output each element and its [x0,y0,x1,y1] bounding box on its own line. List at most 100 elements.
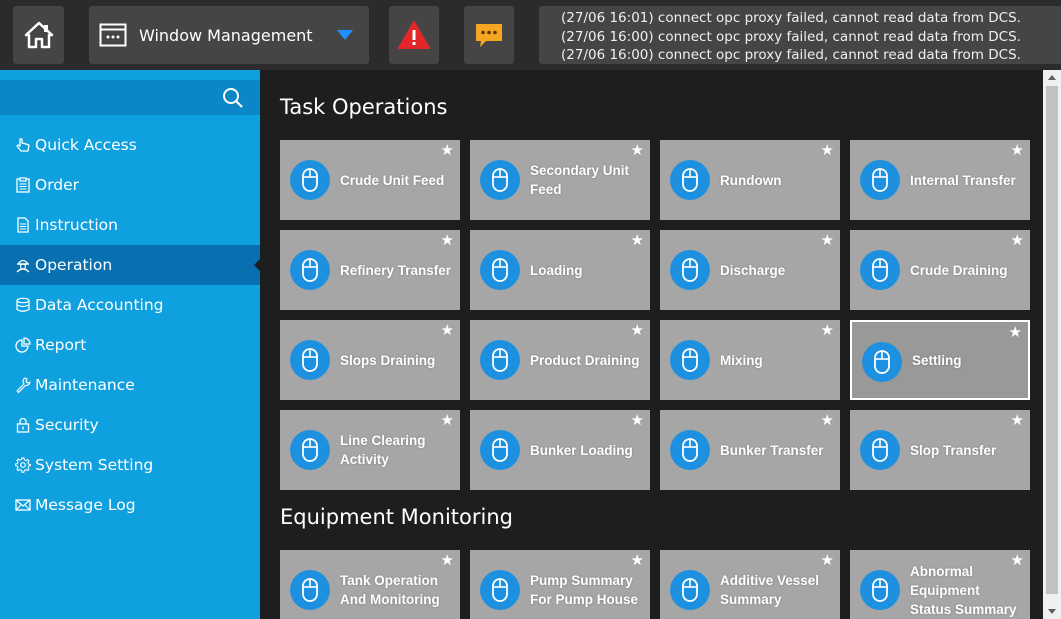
tile-pump-summary-for-pump-house[interactable]: Pump Summary For Pump House ★ [470,550,650,619]
scroll-thumb[interactable] [1046,86,1058,594]
log-line: (27/06 16:00) connect opc proxy failed, … [561,28,1021,45]
favorite-star-icon[interactable]: ★ [1011,143,1024,159]
tile-loading[interactable]: Loading ★ [470,230,650,310]
mouse-icon [670,430,710,470]
sidebar-item-label: Operation [35,256,113,274]
search-input[interactable] [0,80,260,115]
window-management-label: Window Management [139,25,313,45]
tile-additive-vessel-summary[interactable]: Additive Vessel Summary ★ [660,550,840,619]
favorite-star-icon[interactable]: ★ [631,553,644,569]
mouse-icon [480,570,520,610]
favorite-star-icon[interactable]: ★ [1011,413,1024,429]
favorite-star-icon[interactable]: ★ [631,413,644,429]
tile-bunker-loading[interactable]: Bunker Loading ★ [470,410,650,490]
favorite-star-icon[interactable]: ★ [441,413,454,429]
tile-refinery-transfer[interactable]: Refinery Transfer ★ [280,230,460,310]
hand-pointer-icon [14,136,32,154]
favorite-star-icon[interactable]: ★ [821,143,834,159]
favorite-star-icon[interactable]: ★ [1011,553,1024,569]
tile-bunker-transfer[interactable]: Bunker Transfer ★ [660,410,840,490]
mouse-icon [860,160,900,200]
favorite-star-icon[interactable]: ★ [631,233,644,249]
favorite-star-icon[interactable]: ★ [631,143,644,159]
tile-label: Product Draining [530,352,640,368]
mouse-icon [290,430,330,470]
sidebar-item-label: Order [35,176,80,194]
sidebar-item-report[interactable]: Report [0,325,260,365]
tile-label: Rundown [720,172,782,188]
operator-icon [14,256,32,274]
tile-abnormal-equipment-status-summary[interactable]: Abnormal Equipment Status Summary ★ [850,550,1030,619]
sidebar-item-security[interactable]: Security [0,405,260,445]
scroll-down-arrow-icon[interactable] [1048,609,1056,614]
favorite-star-icon[interactable]: ★ [1011,233,1024,249]
tile-label: Additive Vessel Summary [720,573,820,607]
tile-line-clearing-activity[interactable]: Line Clearing Activity ★ [280,410,460,490]
tile-label: Settling [912,352,962,368]
tile-label: Loading [530,262,583,278]
favorite-star-icon[interactable]: ★ [1009,325,1022,341]
sidebar-item-instruction[interactable]: Instruction [0,205,260,245]
tile-slops-draining[interactable]: Slops Draining ★ [280,320,460,400]
tile-label: Pump Summary For Pump House [530,573,639,607]
log-line: (27/06 16:01) connect opc proxy failed, … [561,10,1021,26]
sidebar-item-order[interactable]: Order [0,165,260,205]
mouse-icon [290,570,330,610]
sidebar-item-label: System Setting [35,456,154,474]
search-icon[interactable] [222,87,244,109]
tile-label: Slops Draining [340,352,436,368]
tile-label: Tank Operation And Monitoring [340,573,440,607]
favorite-star-icon[interactable]: ★ [441,323,454,339]
section-title-equipment-monitoring: Equipment Monitoring [280,505,513,529]
alarm-button[interactable] [389,6,439,64]
favorite-star-icon[interactable]: ★ [441,233,454,249]
tile-label: Bunker Loading [530,442,633,458]
mouse-icon [480,430,520,470]
tile-crude-draining[interactable]: Crude Draining ★ [850,230,1030,310]
tile-product-draining[interactable]: Product Draining ★ [470,320,650,400]
messages-button[interactable] [464,6,514,64]
sidebar-item-message-log[interactable]: Message Log [0,485,260,525]
warning-triangle-icon [398,21,430,49]
favorite-star-icon[interactable]: ★ [631,323,644,339]
tile-label: Slop Transfer [910,442,997,458]
window-management-dropdown[interactable]: Window Management [89,6,369,64]
home-button[interactable] [13,6,64,64]
favorite-star-icon[interactable]: ★ [821,323,834,339]
tile-slop-transfer[interactable]: Slop Transfer ★ [850,410,1030,490]
favorite-star-icon[interactable]: ★ [821,413,834,429]
favorite-star-icon[interactable]: ★ [441,143,454,159]
scroll-up-arrow-icon[interactable] [1048,75,1056,80]
tile-crude-unit-feed[interactable]: Crude Unit Feed ★ [280,140,460,220]
tile-mixing[interactable]: Mixing ★ [660,320,840,400]
sidebar-item-quick-access[interactable]: Quick Access [0,125,260,165]
mouse-icon [860,570,900,610]
message-log-panel[interactable]: (27/06 16:01) connect opc proxy failed, … [539,6,1061,64]
mouse-icon [290,340,330,380]
tile-settling[interactable]: Settling ★ [850,320,1030,400]
mouse-icon [670,250,710,290]
tile-tank-operation-and-monitoring[interactable]: Tank Operation And Monitoring ★ [280,550,460,619]
chevron-down-icon [337,30,353,40]
main-content: Task Operations Crude Unit Feed ★ Secondar… [260,70,1043,619]
sidebar-item-operation[interactable]: Operation [0,245,260,285]
sidebar-item-data-accounting[interactable]: Data Accounting [0,285,260,325]
tile-rundown[interactable]: Rundown ★ [660,140,840,220]
favorite-star-icon[interactable]: ★ [821,553,834,569]
tile-label: Line Clearing Activity [340,433,426,467]
tile-internal-transfer[interactable]: Internal Transfer ★ [850,140,1030,220]
sidebar-item-maintenance[interactable]: Maintenance [0,365,260,405]
sidebar-item-label: Security [35,416,99,434]
tile-label: Secondary Unit Feed [530,163,630,197]
tile-secondary-unit-feed[interactable]: Secondary Unit Feed ★ [470,140,650,220]
favorite-star-icon[interactable]: ★ [821,233,834,249]
tile-discharge[interactable]: Discharge ★ [660,230,840,310]
favorite-star-icon[interactable]: ★ [441,553,454,569]
tile-label: Refinery Transfer [340,262,452,278]
vertical-scrollbar[interactable] [1043,70,1061,619]
sidebar-item-label: Quick Access [35,136,137,154]
gear-icon [14,456,32,474]
sidebar-item-system-setting[interactable]: System Setting [0,445,260,485]
mouse-icon [862,342,902,382]
clipboard-icon [14,176,32,194]
